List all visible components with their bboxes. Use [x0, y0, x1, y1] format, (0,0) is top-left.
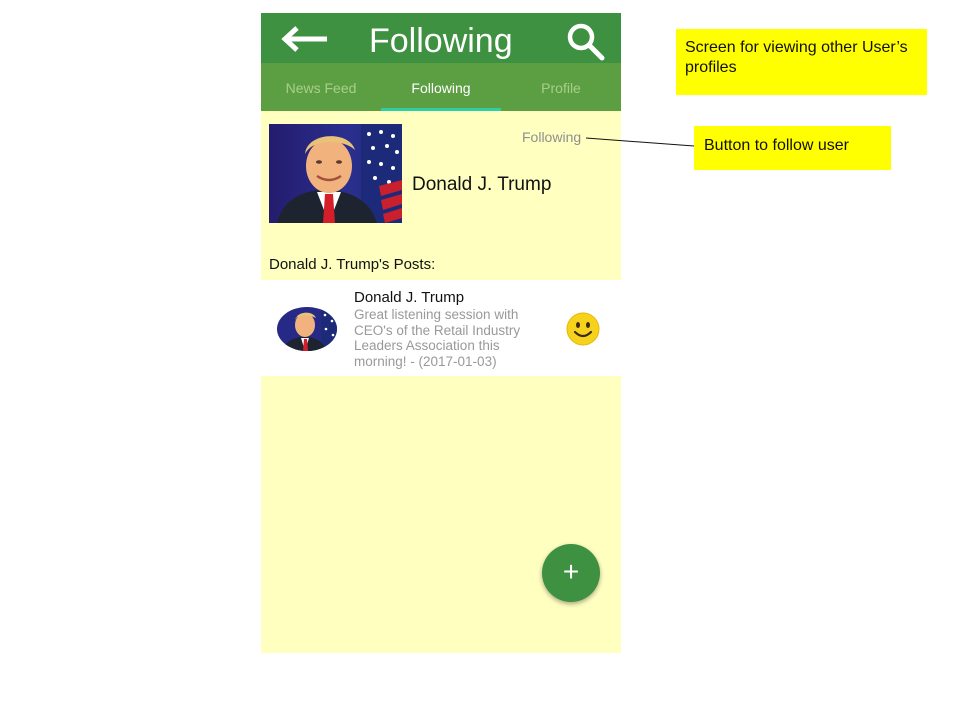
annotation-screen-note: Screen for viewing other User’s profiles — [676, 29, 927, 95]
tab-following[interactable]: Following — [381, 63, 501, 111]
smiley-face-icon[interactable] — [566, 312, 600, 346]
add-post-button[interactable]: + — [542, 544, 600, 602]
back-arrow-icon[interactable] — [281, 25, 329, 53]
app-bar: Following — [261, 13, 621, 63]
active-tab-indicator — [381, 108, 501, 111]
profile-photo — [269, 124, 402, 223]
tab-label: News Feed — [285, 80, 357, 96]
post-text: Great listening session with CEO's of th… — [354, 307, 521, 369]
annotation-button-note: Button to follow user — [694, 126, 891, 170]
profile-name: Donald J. Trump — [412, 174, 552, 195]
posts-heading: Donald J. Trump's Posts: — [269, 256, 436, 273]
tab-label: Following — [411, 80, 471, 96]
follow-button[interactable]: Following — [522, 129, 581, 145]
tab-news-feed[interactable]: News Feed — [261, 63, 381, 111]
post-card[interactable]: Donald J. Trump Great listening session … — [261, 280, 621, 376]
tab-profile[interactable]: Profile — [501, 63, 621, 111]
post-author: Donald J. Trump — [354, 289, 465, 306]
page-title: Following — [369, 22, 513, 60]
tab-label: Profile — [541, 80, 581, 96]
search-icon[interactable] — [565, 22, 605, 62]
tab-bar: News Feed Following Profile — [261, 63, 621, 111]
post-avatar — [277, 307, 337, 351]
phone-screen: Following News Feed Following Profile Fo… — [261, 13, 621, 653]
